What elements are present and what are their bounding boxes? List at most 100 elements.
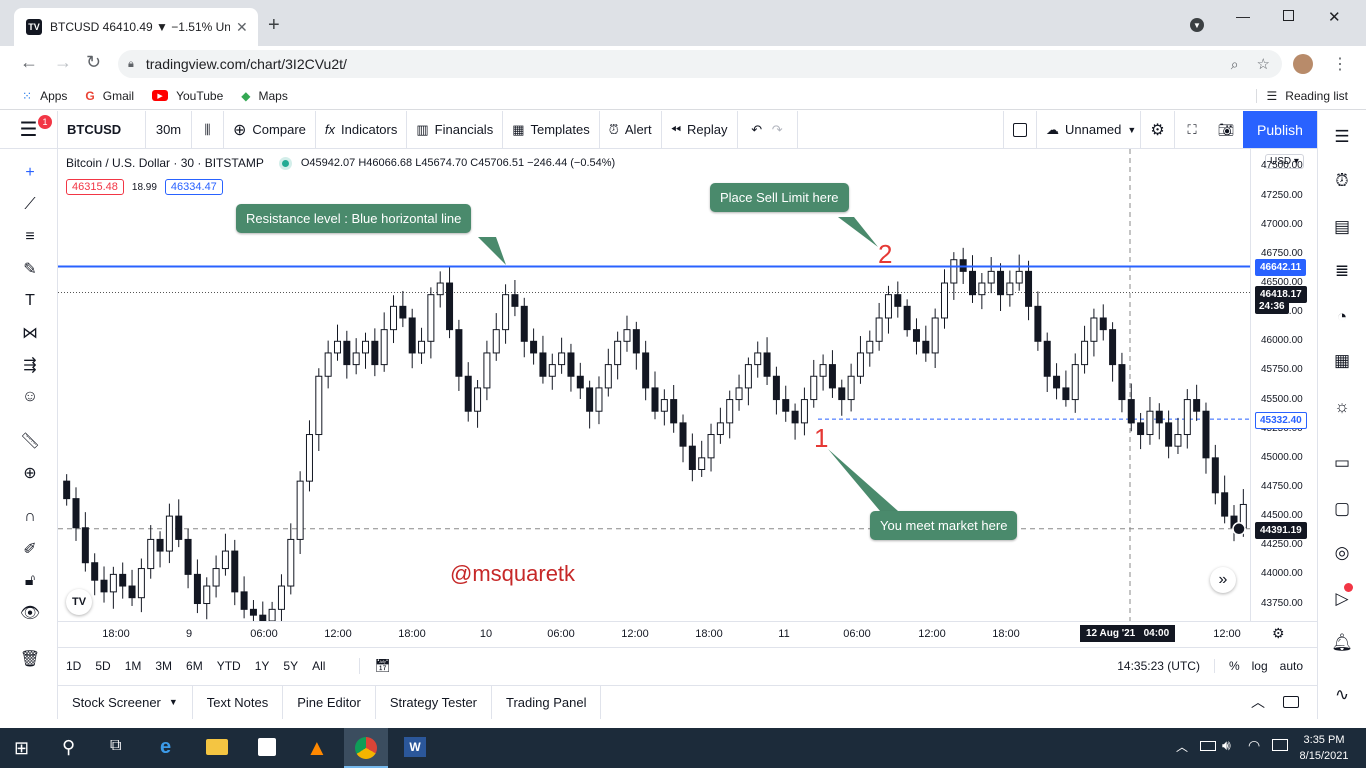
windows-start-icon[interactable]: ⊞	[14, 738, 29, 759]
pattern-icon[interactable]: ⋈	[18, 321, 42, 345]
magnet-icon[interactable]: ∩	[18, 505, 42, 529]
resistance-callout[interactable]: Resistance level : Blue horizontal line	[236, 204, 472, 233]
bid-price[interactable]: 46315.48	[66, 179, 124, 195]
bottom-tab-text-notes[interactable]: Text Notes	[193, 685, 284, 719]
taskbar-clock[interactable]: 3:35 PM 8/15/2021	[1296, 732, 1352, 764]
symbol-title[interactable]: Bitcoin / U.S. Dollar · 30 · BITSTAMP	[66, 156, 264, 170]
range-3m-button[interactable]: 3M	[155, 659, 172, 673]
emoji-icon[interactable]: ☺	[18, 385, 42, 409]
task-view-icon[interactable]: ⧉	[110, 737, 121, 755]
volume-icon[interactable]: 🔊︎	[1222, 737, 1231, 754]
prediction-icon[interactable]: ⇶	[18, 353, 42, 377]
log-toggle[interactable]: log	[1252, 659, 1268, 673]
chart-type-button[interactable]: ⫼	[192, 111, 224, 148]
range-1y-button[interactable]: 1Y	[255, 659, 270, 673]
reading-list[interactable]: ☰ Reading list	[1255, 88, 1348, 103]
price-scale[interactable]: USD ▾ 47500.00 47250.00 47000.00 46750.00 46…	[1250, 149, 1317, 621]
browser-menu-icon[interactable]: ⋮	[1332, 54, 1348, 74]
snapshot-button[interactable]: 📷︎	[1209, 111, 1243, 148]
bottom-tab-trading-panel[interactable]: Trading Panel	[492, 685, 602, 719]
bookmark-youtube[interactable]: ▶ YouTube	[152, 89, 223, 103]
reload-icon[interactable]: ↻	[86, 52, 101, 73]
publish-button[interactable]: Publish	[1243, 111, 1317, 148]
range-1d-button[interactable]: 1D	[66, 659, 81, 673]
bottom-tab-pine-editor[interactable]: Pine Editor	[283, 685, 376, 719]
tray-chevron-icon[interactable]: ︿	[1176, 738, 1188, 755]
ideas-icon[interactable]: ☼	[1330, 395, 1354, 419]
calendar-icon[interactable]: ◔	[1330, 305, 1354, 329]
economic-calendar-icon[interactable]: ▦	[1330, 349, 1354, 373]
eye-icon[interactable]: 👁︎	[18, 601, 42, 625]
chat-icon[interactable]: ▭	[1330, 451, 1354, 475]
wifi-icon[interactable]: ◠	[1248, 737, 1260, 754]
forward-icon[interactable]: →	[54, 52, 72, 73]
word-icon[interactable]: W	[404, 737, 426, 757]
data-window-icon[interactable]: ▤	[1330, 215, 1354, 239]
trash-icon[interactable]: 🗑︎	[18, 647, 42, 671]
alerts-icon[interactable]: ⏰︎	[1330, 169, 1354, 193]
store-icon[interactable]	[258, 738, 276, 756]
address-bar[interactable]: 🔒︎ tradingview.com/chart/3I2CVu2t/ ⌕ ☆	[118, 50, 1282, 78]
range-5d-button[interactable]: 5D	[95, 659, 110, 673]
auto-toggle[interactable]: auto	[1280, 659, 1303, 673]
alert-button[interactable]: ⏰︎ Alert	[600, 111, 662, 148]
collapse-panel-icon[interactable]: ︿	[1251, 692, 1265, 712]
minimize-icon[interactable]: —	[1236, 8, 1250, 24]
file-explorer-icon[interactable]	[206, 739, 228, 755]
axis-settings-icon[interactable]: ⚙︎	[1272, 625, 1285, 642]
meet-market-callout[interactable]: You meet market here	[870, 511, 1018, 540]
watchlist-icon[interactable]: ☰	[1330, 125, 1354, 149]
templates-button[interactable]: ▦ Templates	[503, 111, 600, 148]
goto-date-icon[interactable]: 📅︎	[359, 657, 391, 674]
ruler-icon[interactable]: 📏︎	[18, 429, 42, 453]
undo-icon[interactable]: ↶	[751, 122, 762, 138]
redo-icon[interactable]: ↷	[772, 122, 783, 138]
financials-button[interactable]: ▥ Financials	[407, 111, 504, 148]
time-axis[interactable]: 18:00 9 06:00 12:00 18:00 10 06:00 12:00 18:00 11…	[58, 621, 1317, 647]
replay-button[interactable]: ⏪︎ Replay	[662, 111, 738, 148]
back-icon[interactable]: ←	[20, 52, 38, 73]
keyboard-icon[interactable]	[1272, 739, 1288, 751]
trend-line-icon[interactable]: ⟋	[18, 193, 42, 217]
messages-icon[interactable]: ▢	[1330, 497, 1354, 521]
lock-drawing-icon[interactable]: ✐	[18, 537, 42, 561]
browser-tab[interactable]: TV BTCUSD 46410.49 ▼ −1.51% Unn ✕	[14, 8, 258, 46]
percent-toggle[interactable]: %	[1213, 658, 1240, 673]
vlc-icon[interactable]: ▲	[306, 735, 328, 761]
indicators-button[interactable]: fx Indicators	[316, 111, 408, 148]
avatar[interactable]	[1293, 54, 1313, 74]
maximize-panel-icon[interactable]	[1283, 696, 1299, 708]
chart-pane[interactable]: Bitcoin / U.S. Dollar · 30 · BITSTAMP O4…	[58, 149, 1250, 639]
fullscreen-select-button[interactable]	[1003, 111, 1037, 148]
close-window-icon[interactable]: ✕	[1328, 8, 1341, 26]
bookmark-maps[interactable]: ◆ Maps	[241, 89, 288, 103]
lock-icon[interactable]: 🔓︎	[18, 569, 42, 593]
bottom-tab-stock-screener[interactable]: Stock Screener ▼	[58, 685, 193, 719]
symbol-search-button[interactable]: BTCUSD	[58, 111, 146, 148]
brush-icon[interactable]: ✎	[18, 257, 42, 281]
bookmark-gmail[interactable]: G Gmail	[85, 89, 134, 103]
search-icon[interactable]: ⚲	[62, 737, 75, 758]
range-all-button[interactable]: All	[312, 659, 325, 673]
crosshair-icon[interactable]: +	[18, 161, 42, 185]
bookmark-apps[interactable]: ⁙ Apps	[22, 89, 67, 103]
bottom-tab-strategy-tester[interactable]: Strategy Tester	[376, 685, 493, 719]
chrome-taskbar-active[interactable]	[344, 728, 388, 768]
range-6m-button[interactable]: 6M	[186, 659, 203, 673]
scroll-right-icon[interactable]: »	[1210, 567, 1236, 593]
interval-button[interactable]: 30m	[146, 111, 192, 148]
edge-icon[interactable]: e	[160, 736, 171, 759]
range-ytd-button[interactable]: YTD	[217, 659, 241, 673]
sell-limit-callout[interactable]: Place Sell Limit here	[710, 183, 849, 212]
range-5y-button[interactable]: 5Y	[283, 659, 298, 673]
ask-price[interactable]: 46334.47	[164, 179, 223, 195]
tab-close-icon[interactable]: ✕	[236, 19, 248, 36]
new-tab-icon[interactable]: +	[268, 14, 280, 37]
streams-icon[interactable]: ◎	[1330, 541, 1354, 565]
maximize-icon[interactable]	[1283, 10, 1294, 21]
zoom-in-icon[interactable]: ⊕	[18, 461, 42, 485]
tab-search-icon[interactable]: ▼	[1190, 18, 1204, 32]
utc-clock[interactable]: 14:35:23 (UTC)	[1117, 659, 1200, 673]
text-icon[interactable]: T	[18, 289, 42, 313]
hotlist-icon[interactable]: ≣	[1330, 259, 1354, 283]
